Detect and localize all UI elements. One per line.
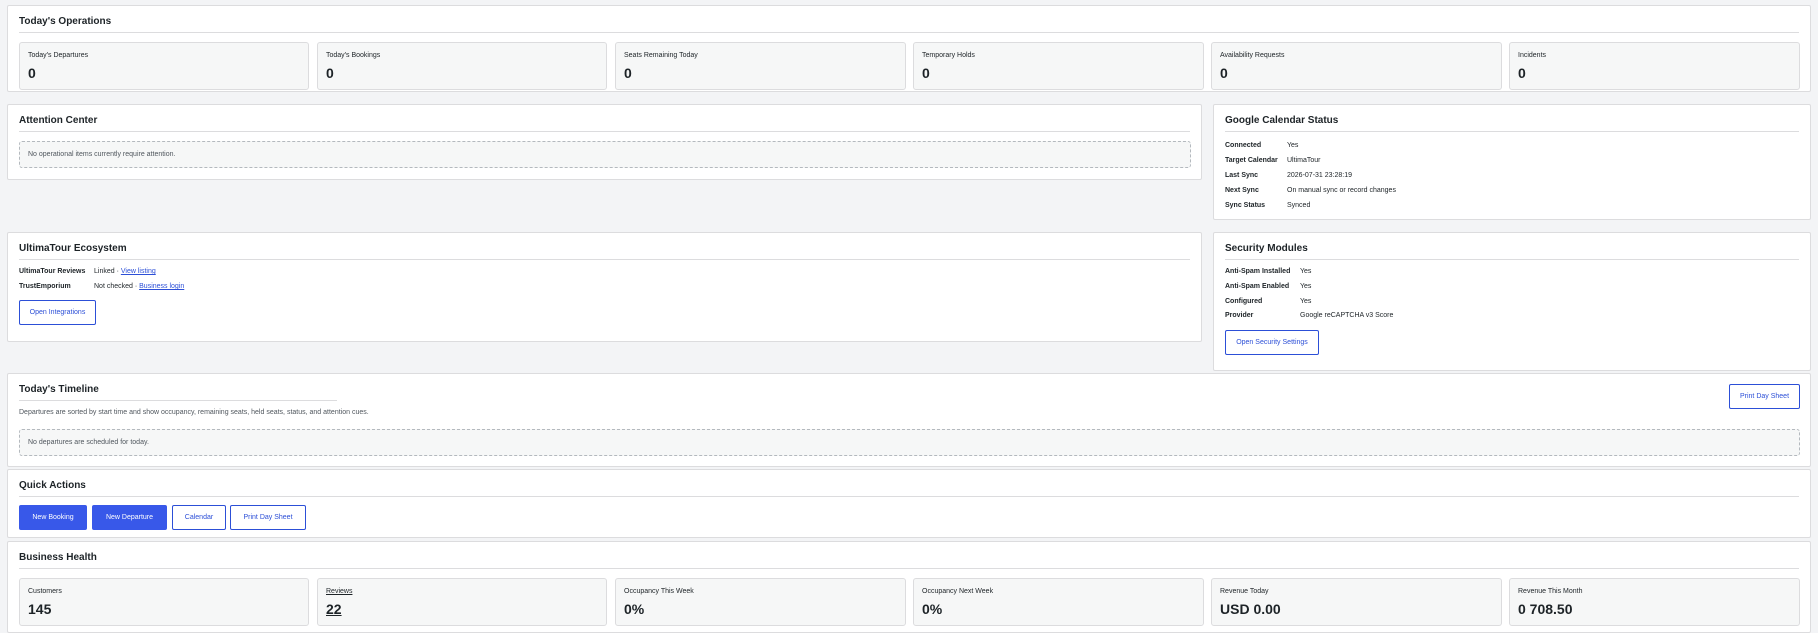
stat-value: 0 (1220, 65, 1228, 81)
row-key: Provider (1225, 312, 1254, 319)
stat-value: 0 (1518, 65, 1526, 81)
google-calendar-panel: Google Calendar Status Connected Yes Tar… (1213, 104, 1811, 220)
panel-title: Business Health (19, 552, 97, 563)
row-status: Linked · (94, 268, 119, 275)
attention-center-panel: Attention Center No operational items cu… (7, 104, 1202, 180)
stat-label: Revenue Today (1220, 588, 1269, 595)
attention-notice: No operational items currently require a… (19, 141, 1191, 168)
row-value: Yes (1300, 283, 1312, 290)
row-value: On manual sync or record changes (1287, 187, 1396, 194)
reviews-link[interactable]: Reviews (326, 588, 352, 595)
divider (1225, 259, 1799, 260)
timeline-description: Departures are sorted by start time and … (19, 409, 369, 416)
today-operations-panel: Today's Operations Today's Departures 0 … (7, 5, 1811, 92)
stat-card-occupancy-this-week: Occupancy This Week 0% (615, 578, 906, 626)
divider (19, 32, 1799, 33)
row-value: Synced (1287, 202, 1311, 209)
panel-title: Today's Operations (19, 16, 112, 27)
stat-label: Temporary Holds (922, 52, 975, 59)
stat-label: Incidents (1518, 52, 1547, 59)
stat-card-availability-requests: Availability Requests 0 (1211, 42, 1502, 90)
row-value: UltimaTour (1287, 157, 1321, 164)
stat-value: 0 708.50 (1518, 601, 1573, 617)
stat-value: 0 (922, 65, 930, 81)
new-departure-button[interactable]: New Departure (92, 505, 167, 530)
row-value: Yes (1300, 268, 1312, 275)
timeline-notice: No departures are scheduled for today. (19, 429, 1800, 456)
stat-label: Customers (28, 588, 62, 595)
stat-value: 145 (28, 601, 52, 617)
stat-label: Today's Bookings (326, 52, 381, 59)
row-value: Google reCAPTCHA v3 Score (1300, 312, 1394, 319)
stat-value: USD 0.00 (1220, 601, 1281, 617)
row-value: Not checked · Business login (94, 283, 184, 290)
stat-value: 0 (326, 65, 334, 81)
divider (19, 259, 1190, 260)
row-key: Anti-Spam Installed (1225, 268, 1291, 275)
row-key: Sync Status (1225, 202, 1266, 209)
stat-card-revenue-today: Revenue Today USD 0.00 (1211, 578, 1502, 626)
stat-label: Seats Remaining Today (624, 52, 698, 59)
security-modules-panel: Security Modules Anti-Spam Installed Yes… (1213, 232, 1811, 371)
stat-label: Occupancy This Week (624, 588, 694, 595)
row-key: TrustEmporium (19, 283, 71, 290)
divider (19, 131, 1190, 132)
stat-label: Revenue This Month (1518, 588, 1583, 595)
row-key: Configured (1225, 298, 1263, 305)
row-status: Not checked · (94, 283, 138, 290)
panel-title: Security Modules (1225, 243, 1308, 254)
panel-title: UltimaTour Ecosystem (19, 243, 127, 254)
new-booking-button[interactable]: New Booking (19, 505, 87, 530)
row-value: 2026-07-31 23:28:19 (1287, 172, 1352, 179)
stat-label: Occupancy Next Week (922, 588, 994, 595)
panel-title: Quick Actions (19, 480, 86, 491)
open-integrations-button[interactable]: Open Integrations (19, 300, 96, 325)
stat-card-todays-departures: Today's Departures 0 (19, 42, 309, 90)
stat-value: 0 (28, 65, 36, 81)
business-login-link[interactable]: Business login (139, 283, 184, 290)
panel-title: Attention Center (19, 115, 98, 126)
stat-label: Availability Requests (1220, 52, 1285, 59)
row-key: Anti-Spam Enabled (1225, 283, 1290, 290)
row-key: Target Calendar (1225, 157, 1278, 164)
row-value: Yes (1287, 142, 1299, 149)
stat-card-temporary-holds: Temporary Holds 0 (913, 42, 1204, 90)
stat-value: 0% (922, 601, 943, 617)
stat-card-revenue-this-month: Revenue This Month 0 708.50 (1509, 578, 1800, 626)
print-day-sheet-button-timeline[interactable]: Print Day Sheet (1729, 384, 1800, 409)
stat-card-occupancy-next-week: Occupancy Next Week 0% (913, 578, 1204, 626)
divider (1225, 131, 1799, 132)
stat-card-customers: Customers 145 (19, 578, 309, 626)
divider (19, 568, 1799, 569)
ecosystem-panel: UltimaTour Ecosystem UltimaTour Reviews … (7, 232, 1202, 342)
stat-value: 0 (624, 65, 632, 81)
row-key: Last Sync (1225, 172, 1259, 179)
row-value: Yes (1300, 298, 1312, 305)
row-key: Next Sync (1225, 187, 1259, 194)
divider (19, 400, 337, 401)
quick-actions-panel: Quick Actions New Booking New Departure … (7, 469, 1811, 538)
calendar-button[interactable]: Calendar (172, 505, 226, 530)
panel-title: Google Calendar Status (1225, 115, 1339, 126)
row-key: Connected (1225, 142, 1262, 149)
todays-timeline-panel: Today's Timeline Departures are sorted b… (7, 373, 1811, 467)
business-health-panel: Business Health Customers 145 Reviews 22… (7, 541, 1811, 633)
print-day-sheet-button[interactable]: Print Day Sheet (230, 505, 306, 530)
stat-value[interactable]: 22 (326, 601, 342, 617)
view-listing-link[interactable]: View listing (121, 268, 156, 275)
open-security-settings-button[interactable]: Open Security Settings (1225, 330, 1319, 355)
stat-card-seats-remaining: Seats Remaining Today 0 (615, 42, 906, 90)
divider (19, 496, 1799, 497)
stat-label: Today's Departures (28, 52, 89, 59)
stat-value: 0% (624, 601, 645, 617)
stat-card-reviews[interactable]: Reviews 22 (317, 578, 607, 626)
row-key: UltimaTour Reviews (19, 268, 86, 275)
stat-card-todays-bookings: Today's Bookings 0 (317, 42, 607, 90)
stat-card-incidents: Incidents 0 (1509, 42, 1800, 90)
row-value: Linked · View listing (94, 268, 156, 275)
panel-title: Today's Timeline (19, 384, 99, 395)
